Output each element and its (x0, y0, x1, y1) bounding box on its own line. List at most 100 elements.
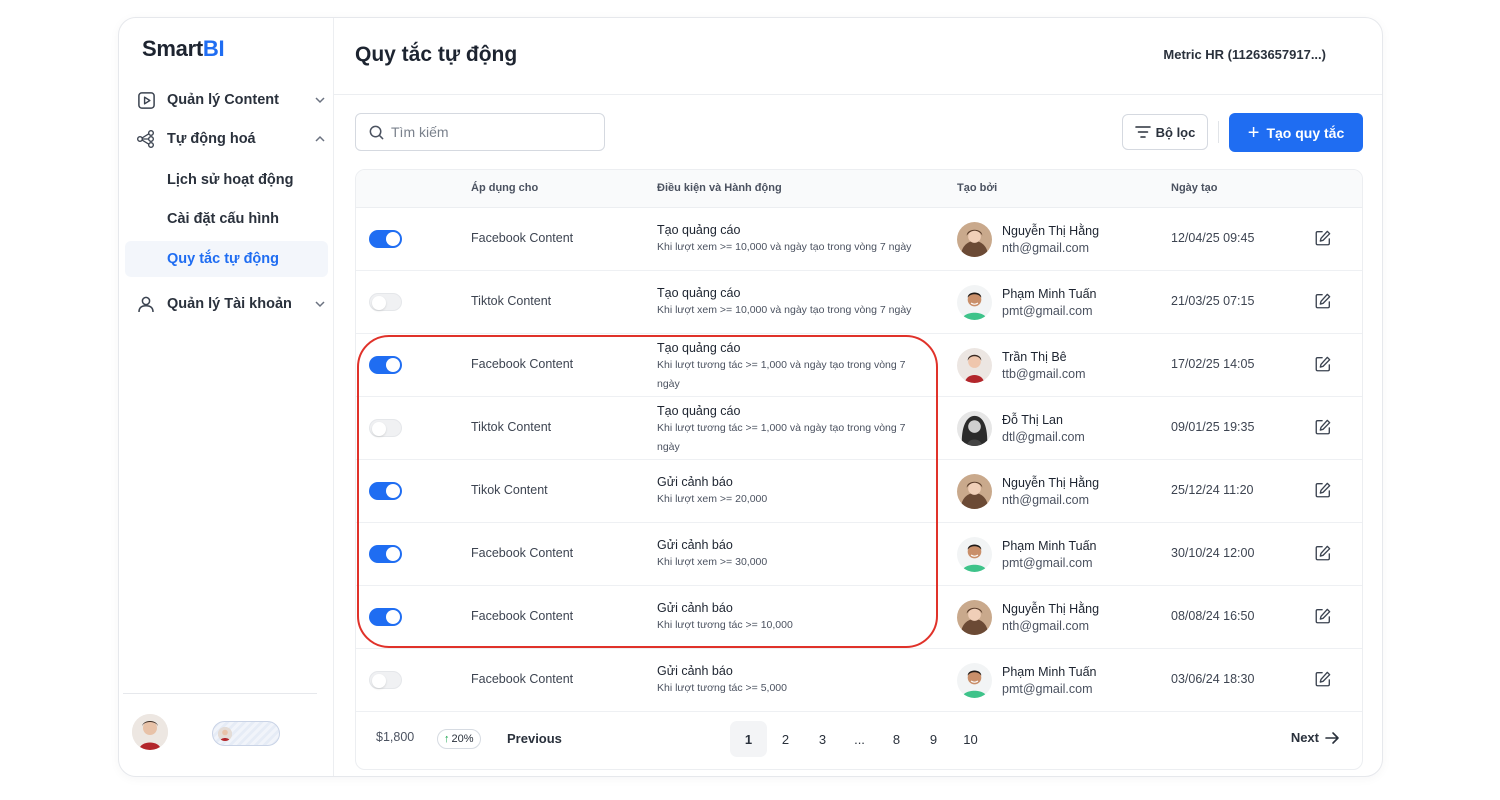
action-title: Gửi cảnh báo (657, 664, 733, 678)
next-button[interactable]: Next (1291, 730, 1340, 745)
creator-name: Phạm Minh Tuấn (1002, 538, 1097, 553)
filter-button[interactable]: Bộ lọc (1122, 114, 1208, 150)
toggle-knob (386, 547, 400, 561)
apply-for: Tiktok Content (471, 420, 552, 434)
creator-name: Đỗ Thị Lan (1002, 412, 1063, 427)
create-rule-button[interactable]: + Tạo quy tắc (1229, 113, 1363, 152)
rule-toggle[interactable] (369, 545, 402, 563)
avatar (957, 285, 992, 320)
rule-toggle[interactable] (369, 293, 402, 311)
edit-icon[interactable] (1314, 544, 1334, 564)
avatar (957, 411, 992, 446)
rule-toggle[interactable] (369, 230, 402, 248)
edit-icon[interactable] (1314, 292, 1334, 312)
avatar (957, 222, 992, 257)
creator: Nguyễn Thị Hằng nth@gmail.com (957, 474, 1099, 509)
avatar (957, 537, 992, 572)
rule-toggle[interactable] (369, 356, 402, 374)
creator-email: nth@gmail.com (1002, 240, 1090, 255)
creator-email: pmt@gmail.com (1002, 681, 1093, 696)
price-value: $1,800 (376, 730, 415, 744)
play-icon (135, 89, 157, 111)
filter-label: Bộ lọc (1155, 124, 1196, 140)
edit-icon[interactable] (1314, 355, 1334, 375)
trend-badge: ↑ 20% (437, 729, 481, 749)
table-row: Facebook Content Gửi cảnh báo Khi lượt t… (356, 649, 1362, 712)
apply-for: Facebook Content (471, 231, 574, 245)
condition-text: Khi lượt tương tác >= 10,000 (657, 619, 793, 631)
page-9[interactable]: 9 (915, 721, 952, 757)
condition-action: Tạo quảng cáo Khi lượt xem >= 10,000 và … (657, 222, 927, 257)
search-icon (369, 125, 384, 139)
account-switch-pill[interactable] (212, 721, 280, 746)
apply-for: Facebook Content (471, 672, 574, 686)
edit-icon[interactable] (1314, 481, 1334, 501)
avatar (957, 348, 992, 383)
creator-name: Phạm Minh Tuấn (1002, 664, 1097, 679)
table-row: Facebook Content Tạo quảng cáo Khi lượt … (356, 334, 1362, 397)
created-date: 08/08/24 16:50 (1171, 609, 1255, 623)
condition-text: Khi lượt xem >= 30,000 (657, 556, 768, 568)
created-date: 17/02/25 14:05 (1171, 357, 1255, 371)
pagination-bar: $1,800 ↑ 20% Previous 1 2 3... 8 9 10 Next (356, 713, 1362, 769)
condition-action: Gửi cảnh báo Khi lượt xem >= 20,000 (657, 474, 927, 509)
condition-text: Khi lượt tương tác >= 5,000 (657, 682, 787, 694)
creator: Nguyễn Thị Hằng nth@gmail.com (957, 600, 1099, 635)
created-date: 09/01/25 19:35 (1171, 420, 1255, 434)
edit-icon[interactable] (1314, 607, 1334, 627)
apply-for: Facebook Content (471, 609, 574, 623)
workspace-selector[interactable]: Metric HR (11263657917...) (1163, 47, 1326, 62)
action-title: Gửi cảnh báo (657, 538, 733, 552)
page-3[interactable]: 3 (804, 721, 841, 757)
page-ellipsis: ... (854, 731, 865, 747)
filter-icon (1134, 126, 1151, 138)
toolbar-separator (1218, 121, 1219, 143)
header-divider (334, 94, 1382, 95)
action-title: Tạo quảng cáo (657, 223, 741, 237)
created-date: 30/10/24 12:00 (1171, 546, 1255, 560)
sidebar-item-label: Quản lý Content (167, 92, 279, 108)
avatar (957, 600, 992, 635)
sidebar-item-accounts[interactable]: Quản lý Tài khoản (135, 287, 327, 321)
condition-text: Khi lượt tương tác >= 1,000 và ngày tạo … (657, 359, 906, 390)
search-input[interactable] (391, 124, 591, 140)
page-2[interactable]: 2 (767, 721, 804, 757)
previous-button[interactable]: Previous (507, 731, 562, 746)
page-1[interactable]: 1 (730, 721, 767, 757)
creator: Đỗ Thị Lan dtl@gmail.com (957, 411, 1085, 446)
user-icon (135, 293, 157, 315)
apply-for: Tiktok Content (471, 294, 552, 308)
creator-email: nth@gmail.com (1002, 618, 1090, 633)
rule-toggle[interactable] (369, 608, 402, 626)
sidebar-subitem-auto-rules[interactable]: Quy tắc tự động (125, 241, 328, 277)
chevron-up-icon (313, 132, 327, 146)
sidebar-subitem-history[interactable]: Lịch sử hoạt động (125, 162, 328, 198)
edit-icon[interactable] (1314, 418, 1334, 438)
page-8[interactable]: 8 (878, 721, 915, 757)
rule-toggle[interactable] (369, 482, 402, 500)
sidebar-item-content[interactable]: Quản lý Content (135, 83, 327, 117)
trend-value: 20% (451, 733, 474, 745)
plus-icon: + (1247, 121, 1260, 144)
condition-action: Gửi cảnh báo Khi lượt tương tác >= 10,00… (657, 600, 927, 635)
toggle-knob (386, 232, 400, 246)
edit-icon[interactable] (1314, 670, 1334, 690)
rule-toggle[interactable] (369, 671, 402, 689)
rules-table: Áp dụng cho Điều kiện và Hành động Tạo b… (355, 169, 1363, 770)
creator-name: Trần Thị Bê (1002, 349, 1067, 364)
page-10[interactable]: 10 (952, 721, 989, 757)
app-window: SmartBI Quản lý Content Tự động hoá Lịch… (118, 17, 1383, 777)
sidebar-subitem-config[interactable]: Cài đặt cấu hình (125, 201, 328, 237)
logo: SmartBI (142, 36, 225, 61)
edit-icon[interactable] (1314, 229, 1334, 249)
user-avatar[interactable] (132, 714, 168, 750)
search-box[interactable] (355, 113, 605, 151)
sidebar-item-automation[interactable]: Tự động hoá (135, 122, 327, 156)
arrow-right-icon (1325, 731, 1339, 744)
page-numbers: 1 2 3... 8 9 10 (730, 721, 989, 757)
creator: Phạm Minh Tuấn pmt@gmail.com (957, 285, 1097, 320)
column-header-condition: Điều kiện và Hành động (657, 182, 782, 194)
condition-action: Tạo quảng cáo Khi lượt xem >= 10,000 và … (657, 285, 927, 320)
rule-toggle[interactable] (369, 419, 402, 437)
page-title: Quy tắc tự động (355, 43, 518, 66)
